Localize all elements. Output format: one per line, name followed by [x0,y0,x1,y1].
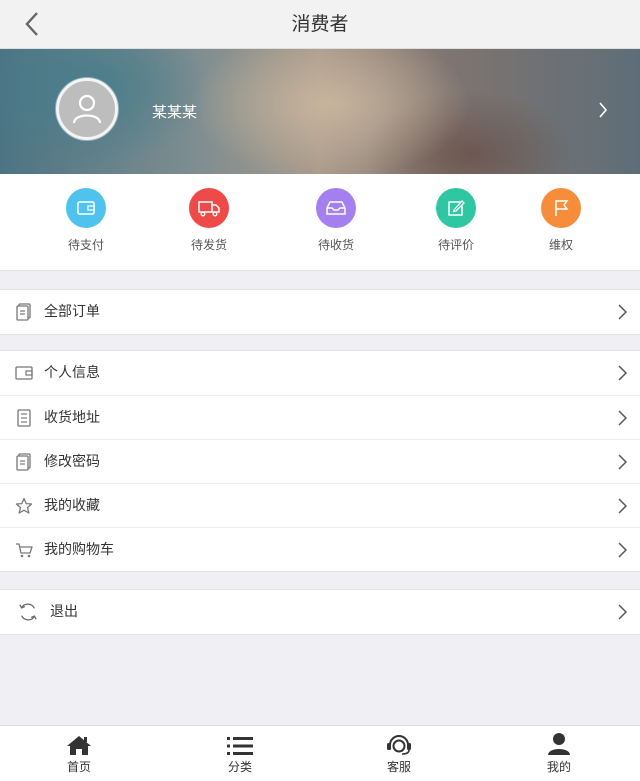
menu-item-label: 我的收藏 [44,498,100,514]
truck-icon [198,201,220,217]
menu-item-label: 我的购物车 [44,542,114,558]
tab-label: 首页 [66,760,91,774]
star-icon [14,496,34,516]
status-label: 待支付 [67,238,104,252]
wallet-icon [77,201,95,215]
profile-banner[interactable]: 某某某 [0,49,640,174]
order-status-bar: 待支付 待发货 待收货 待评价 维权 [0,174,640,271]
status-circle [189,188,229,228]
tab-home[interactable]: 首页 [19,726,139,781]
order-status-after-sales[interactable]: 维权 [516,188,606,253]
chevron-right-icon[interactable] [598,102,608,118]
menu-item-label: 修改密码 [44,454,100,470]
menu-item-shopping-cart[interactable]: 我的购物车 [0,527,640,571]
user-icon [72,94,102,124]
document-icon [14,452,34,472]
menu-item-shipping-address[interactable]: 收货地址 [0,395,640,439]
header-bar: 消费者 [0,0,640,49]
menu-item-label: 个人信息 [44,365,100,381]
tab-label: 客服 [386,760,411,774]
status-label: 待收货 [317,238,354,252]
status-label: 待发货 [190,238,227,252]
chevron-right-icon [618,498,627,514]
edit-icon [448,200,465,216]
list-icon [227,737,253,755]
wallet-icon [14,363,34,383]
user-icon [548,733,570,755]
tab-category[interactable]: 分类 [180,726,300,781]
chevron-right-icon [618,604,627,620]
order-status-pending-review[interactable]: 待评价 [411,188,501,253]
order-status-pending-receipt[interactable]: 待收货 [291,188,381,253]
flag-icon [555,200,569,216]
chevron-right-icon [618,365,627,381]
status-circle [66,188,106,228]
chevron-right-icon [618,304,627,320]
all-orders-section: 全部订单 [0,289,640,335]
menu-item-all-orders[interactable]: 全部订单 [0,290,640,334]
status-circle [436,188,476,228]
menu-item-favorites[interactable]: 我的收藏 [0,483,640,527]
chevron-right-icon [618,542,627,558]
inbox-icon [326,201,346,215]
avatar[interactable] [56,78,118,140]
menu-item-label: 退出 [50,604,78,620]
status-label: 维权 [548,238,573,252]
order-status-pending-payment[interactable]: 待支付 [41,188,131,253]
tab-label: 我的 [546,760,571,774]
chevron-right-icon [618,410,627,426]
logout-section: 退出 [0,589,640,635]
menu-item-label: 收货地址 [44,410,100,426]
document-icon [14,302,34,322]
menu-item-personal-info[interactable]: 个人信息 [0,351,640,395]
order-status-pending-shipment[interactable]: 待发货 [164,188,254,253]
refresh-icon [18,602,38,622]
home-icon [67,736,91,755]
tab-mine[interactable]: 我的 [499,726,619,781]
account-menu: 个人信息 收货地址 修改密码 我的收藏 我的购物车 [0,350,640,572]
username: 某某某 [152,103,198,121]
tab-customer-service[interactable]: 客服 [339,726,459,781]
status-circle [316,188,356,228]
menu-item-change-password[interactable]: 修改密码 [0,439,640,483]
chevron-right-icon [618,454,627,470]
cart-icon [14,540,34,560]
status-circle [541,188,581,228]
bottom-tab-bar: 首页 分类 客服 我的 [0,725,640,781]
page-title: 消费者 [291,13,349,35]
menu-item-label: 全部订单 [44,304,100,320]
headset-icon [387,735,411,755]
menu-item-logout[interactable]: 退出 [0,590,640,634]
status-label: 待评价 [437,238,474,252]
list-icon [14,408,34,428]
tab-label: 分类 [227,760,252,774]
